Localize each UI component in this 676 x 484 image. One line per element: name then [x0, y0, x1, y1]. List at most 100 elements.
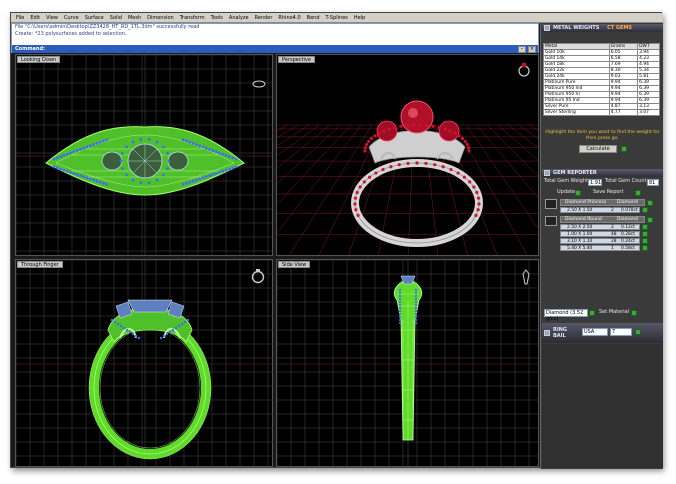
gem-size-select-button[interactable] — [642, 224, 648, 230]
viewport-side-view[interactable]: Side View — [276, 259, 539, 467]
viewport-perspective[interactable]: Perspective — [276, 54, 539, 256]
ruby-center-stone — [400, 100, 434, 134]
perspective-canvas — [277, 100, 538, 255]
ring-thumbnail-icon[interactable] — [252, 80, 266, 88]
gem-size-row[interactable]: 3.10 X 1.10 28 0.24ct — [560, 238, 640, 244]
metal-weights-note: Highlight the item you want to find the … — [545, 130, 660, 141]
total-gem-count-field[interactable]: 81 — [647, 179, 659, 186]
gem-thumbnail-icon[interactable] — [545, 199, 557, 209]
menu-item[interactable]: Curve — [61, 15, 82, 21]
gem-carat: 0.12ct — [621, 225, 635, 230]
table-cell: Silver Sterling — [543, 109, 610, 116]
minimize-icon[interactable]: – — [518, 46, 526, 53]
table-cell: 3.07 — [637, 109, 660, 116]
menu-item[interactable]: Rhino4.0 — [275, 15, 303, 21]
collapse-icon[interactable] — [544, 170, 550, 176]
menu-item[interactable]: Surface — [82, 15, 107, 21]
menu-item[interactable]: Edit — [27, 15, 43, 21]
table-row[interactable]: Silver Sterling 4.77 3.07 — [543, 109, 660, 116]
gem-thumbnail-icon[interactable] — [545, 216, 557, 226]
gem-size-row[interactable]: 2.50 X 1.50 2 0.078ct — [560, 207, 640, 213]
viewport-title-through-finger[interactable]: Through Finger — [17, 261, 63, 268]
gem-size-row[interactable]: 1.00 X 1.00 48 0.28ct — [560, 231, 640, 237]
gem-size: 2.50 X 1.50 — [567, 208, 593, 213]
viewport-title-perspective[interactable]: Perspective — [278, 56, 315, 63]
viewport-title-looking-down[interactable]: Looking Down — [17, 56, 61, 63]
menu-item[interactable]: Mesh — [125, 15, 144, 21]
material-select[interactable]: Diamond (3.52 g/cc) — [544, 309, 588, 322]
ring-thumbnail-icon[interactable] — [521, 268, 531, 286]
looking-down-canvas — [16, 55, 272, 255]
total-gem-weight-field[interactable]: 1.91 — [588, 179, 602, 186]
menu-bar: File Edit View Curve Surface Solid Mesh Dimensi… — [11, 13, 663, 23]
menu-item[interactable]: Transform — [177, 15, 208, 21]
through-finger-canvas — [16, 260, 272, 466]
ring-wireframe-front — [89, 317, 211, 459]
menu-item[interactable]: Dimension — [144, 15, 177, 21]
gem-name: Diamond Round — [565, 217, 602, 222]
save-report-label: Save Report — [593, 189, 624, 195]
total-gem-count-label: Total Gem Count — [605, 178, 647, 184]
gem-reporter-header[interactable]: GEM REPORTER — [542, 169, 663, 177]
menu-item[interactable]: Bend — [304, 15, 323, 21]
calculate-go-icon[interactable] — [621, 146, 627, 152]
gem-reporter-title: GEM REPORTER — [553, 170, 597, 176]
gem-select-button[interactable] — [647, 217, 653, 223]
table-cell: 4.77 — [608, 109, 639, 116]
gem-size-row[interactable]: 5.40 X 5.40 1 0.58ct — [560, 245, 640, 251]
update-label: Update — [557, 189, 576, 195]
ring-bail-go-icon[interactable] — [635, 329, 641, 335]
menu-item[interactable]: T-Splines — [323, 15, 351, 21]
gem-count: 1 — [611, 246, 614, 251]
collapse-icon[interactable] — [544, 25, 550, 31]
metal-weights-header[interactable]: METAL WEIGHTS CT GEMS — [542, 24, 663, 32]
gem-count: 48 — [611, 232, 617, 237]
metal-weights-table[interactable]: Metal Grams DWT Gold 10k 6.05 3.94 Gold 14k 6.… — [543, 43, 660, 116]
material-dropdown-icon[interactable] — [589, 310, 595, 316]
total-gem-weight-label: Total Gem Weight — [544, 178, 589, 184]
set-material-label: Set Material — [599, 309, 630, 315]
gem-select-button[interactable] — [647, 200, 653, 206]
gem-size: 1.00 X 1.00 — [567, 232, 593, 237]
command-history-line-2: Create: *23 polysurfaces added to select… — [15, 31, 127, 37]
gem-size-select-button[interactable] — [642, 231, 648, 237]
gem-size-row[interactable]: 2.50 X 2.50 2 0.12ct — [560, 224, 640, 230]
menu-item[interactable]: File — [13, 15, 27, 21]
gem-material: Diamond — [617, 217, 638, 222]
gem-size: 2.50 X 2.50 — [567, 225, 593, 230]
viewport-looking-down[interactable]: Looking Down — [15, 54, 273, 256]
ring-size-select[interactable]: 7 — [610, 328, 632, 336]
menu-item[interactable]: Solid — [107, 15, 125, 21]
menu-item[interactable]: Help — [351, 15, 368, 21]
size-standard-select[interactable]: USA — [582, 328, 608, 336]
menu-item[interactable]: Tools — [208, 15, 226, 21]
ring-thumbnail-icon[interactable] — [517, 61, 531, 77]
gem-size-select-button[interactable] — [642, 238, 648, 244]
close-icon[interactable]: × — [528, 46, 536, 53]
metal-weights-subtitle: CT GEMS — [607, 25, 632, 31]
ruby-side-stone-left — [376, 120, 398, 142]
collapse-icon[interactable] — [544, 330, 550, 336]
gem-type-row[interactable]: Diamond Round Diamond — [560, 216, 645, 223]
gem-size-select-button[interactable] — [642, 207, 648, 213]
viewport-through-finger[interactable]: Through Finger — [15, 259, 273, 467]
set-material-button[interactable] — [631, 310, 637, 316]
command-prompt[interactable]: Command: — [12, 45, 538, 53]
gem-type-row[interactable]: Diamond Princess Diamond — [560, 199, 645, 206]
save-report-button[interactable] — [635, 190, 641, 196]
gem-count: 28 — [611, 239, 617, 244]
gem-size-select-button[interactable] — [642, 245, 648, 251]
panel-empty-area — [542, 344, 663, 468]
menu-item[interactable]: Analyze — [226, 15, 252, 21]
gem-count: 2 — [611, 208, 614, 213]
update-button[interactable] — [575, 190, 581, 196]
gem-material: Diamond — [617, 200, 638, 205]
gem-carat: 0.28ct — [621, 232, 635, 237]
plugin-panel: METAL WEIGHTS CT GEMS Metal Grams DWT Gold… — [540, 23, 663, 469]
command-history: File "C:\Users\admin\Desktop\ZZ3428_HT_R… — [11, 23, 539, 53]
menu-item[interactable]: Render — [252, 15, 276, 21]
viewport-title-side-view[interactable]: Side View — [278, 261, 311, 268]
ring-thumbnail-icon[interactable] — [250, 268, 266, 284]
menu-item[interactable]: View — [43, 15, 61, 21]
calculate-button[interactable]: Calculate — [579, 145, 617, 153]
